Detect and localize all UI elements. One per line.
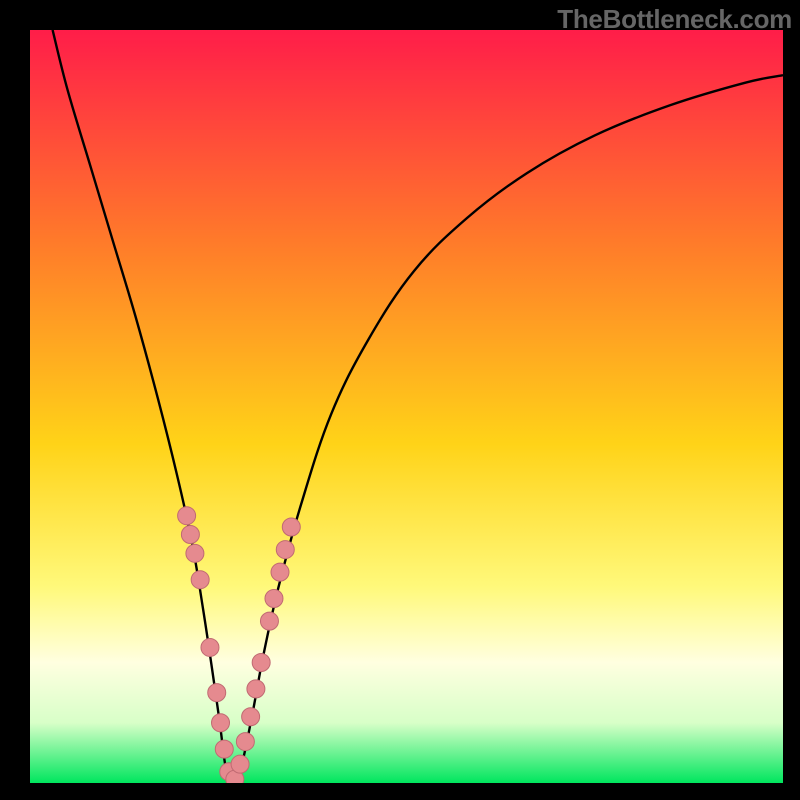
gradient-background	[30, 30, 783, 783]
data-dot	[178, 507, 196, 525]
data-dot	[265, 590, 283, 608]
data-dot	[252, 654, 270, 672]
plot-area	[30, 30, 783, 783]
data-dot	[260, 612, 278, 630]
data-dot	[236, 733, 254, 751]
data-dot	[247, 680, 265, 698]
data-dot	[276, 541, 294, 559]
data-dot	[201, 638, 219, 656]
data-dot	[186, 544, 204, 562]
chart-svg	[30, 30, 783, 783]
data-dot	[212, 714, 230, 732]
data-dot	[208, 684, 226, 702]
data-dot	[215, 740, 233, 758]
data-dot	[242, 708, 260, 726]
outer-frame: TheBottleneck.com	[0, 0, 800, 800]
data-dot	[282, 518, 300, 536]
data-dot	[271, 563, 289, 581]
data-dot	[231, 755, 249, 773]
data-dot	[181, 526, 199, 544]
data-dot	[191, 571, 209, 589]
